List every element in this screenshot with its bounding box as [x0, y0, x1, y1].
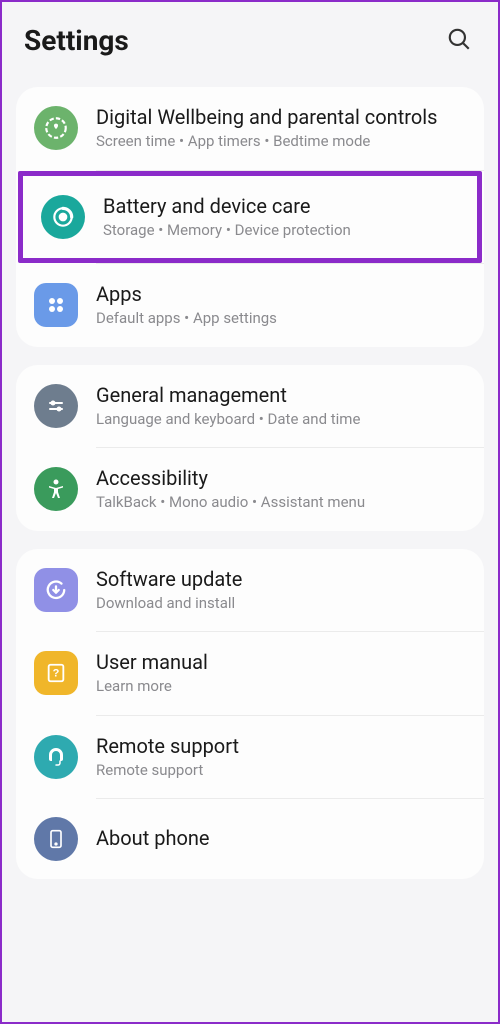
item-user-manual[interactable]: ? User manual Learn more — [16, 632, 484, 715]
item-text: Accessibility TalkBack • Mono audio • As… — [96, 466, 466, 513]
item-subtitle: Language and keyboard • Date and time — [96, 410, 466, 430]
item-title: About phone — [96, 826, 466, 851]
item-title: User manual — [96, 650, 466, 675]
item-text: Software update Download and install — [96, 567, 466, 614]
device-care-icon — [41, 195, 85, 239]
item-about-phone[interactable]: About phone — [16, 799, 484, 879]
wellbeing-icon — [34, 106, 78, 150]
header: Settings — [16, 22, 484, 87]
item-text: About phone — [96, 826, 466, 853]
search-button[interactable] — [442, 22, 476, 59]
item-subtitle: Download and install — [96, 594, 466, 614]
item-title: General management — [96, 383, 466, 408]
item-title: Digital Wellbeing and parental controls — [96, 105, 466, 130]
update-icon — [34, 568, 78, 612]
accessibility-icon — [34, 467, 78, 511]
item-text: Remote support Remote support — [96, 734, 466, 781]
item-subtitle: TalkBack • Mono audio • Assistant menu — [96, 493, 466, 513]
settings-group: General management Language and keyboard… — [16, 365, 484, 531]
item-subtitle: Default apps • App settings — [96, 309, 466, 329]
item-title: Battery and device care — [103, 194, 459, 219]
page-title: Settings — [24, 24, 129, 57]
general-icon — [34, 384, 78, 428]
item-subtitle: Screen time • App timers • Bedtime mode — [96, 132, 466, 152]
item-apps[interactable]: Apps Default apps • App settings — [16, 264, 484, 347]
item-title: Remote support — [96, 734, 466, 759]
item-text: User manual Learn more — [96, 650, 466, 697]
apps-icon — [34, 283, 78, 327]
item-remote-support[interactable]: Remote support Remote support — [16, 716, 484, 799]
svg-text:?: ? — [53, 668, 60, 680]
item-text: General management Language and keyboard… — [96, 383, 466, 430]
item-subtitle: Storage • Memory • Device protection — [103, 221, 459, 241]
item-battery-device-care[interactable]: Battery and device care Storage • Memory… — [18, 171, 482, 264]
item-title: Apps — [96, 282, 466, 307]
settings-group: Digital Wellbeing and parental controls … — [16, 87, 484, 347]
item-software-update[interactable]: Software update Download and install — [16, 549, 484, 632]
manual-icon: ? — [34, 651, 78, 695]
support-icon — [34, 735, 78, 779]
item-digital-wellbeing[interactable]: Digital Wellbeing and parental controls … — [16, 87, 484, 170]
item-subtitle: Remote support — [96, 761, 466, 781]
item-subtitle: Learn more — [96, 677, 466, 697]
item-general-management[interactable]: General management Language and keyboard… — [16, 365, 484, 448]
item-title: Accessibility — [96, 466, 466, 491]
item-accessibility[interactable]: Accessibility TalkBack • Mono audio • As… — [16, 448, 484, 531]
settings-group: Software update Download and install ? U… — [16, 549, 484, 880]
item-text: Apps Default apps • App settings — [96, 282, 466, 329]
item-text: Battery and device care Storage • Memory… — [103, 194, 459, 241]
search-icon — [446, 26, 472, 52]
about-icon — [34, 817, 78, 861]
item-title: Software update — [96, 567, 466, 592]
item-text: Digital Wellbeing and parental controls … — [96, 105, 466, 152]
